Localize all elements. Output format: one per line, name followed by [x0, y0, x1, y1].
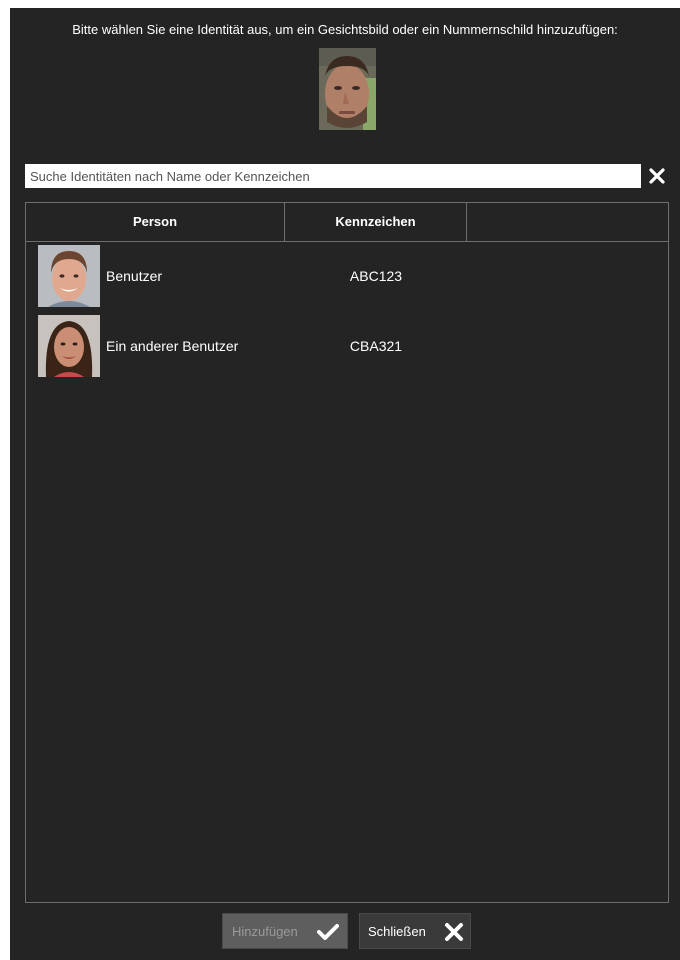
- identity-select-dialog: Bitte wählen Sie eine Identität aus, um …: [10, 8, 680, 960]
- selected-face-image: [319, 48, 376, 130]
- check-icon: [317, 924, 339, 940]
- identity-search-input[interactable]: [25, 164, 641, 188]
- row-plate: CBA321: [349, 338, 403, 354]
- clear-search-button[interactable]: [648, 167, 666, 185]
- close-button[interactable]: Schließen: [359, 913, 471, 949]
- face-photo: [319, 48, 376, 130]
- column-header-person[interactable]: Person: [26, 203, 285, 241]
- instruction-text: Bitte wählen Sie eine Identität aus, um …: [72, 22, 618, 37]
- row-plate: ABC123: [349, 268, 403, 284]
- close-button-label: Schließen: [368, 923, 426, 939]
- column-header-plate[interactable]: Kennzeichen: [285, 203, 467, 241]
- table-row[interactable]: Benutzer ABC123: [26, 242, 668, 310]
- add-button[interactable]: Hinzufügen: [222, 913, 348, 949]
- female-face-thumbnail: [38, 315, 100, 377]
- column-header-empty: [467, 203, 668, 241]
- table-row[interactable]: Ein anderer Benutzer CBA321: [26, 312, 668, 380]
- male-face-thumbnail: [38, 245, 100, 307]
- close-icon: [445, 923, 463, 941]
- row-name: Ein anderer Benutzer: [106, 338, 239, 354]
- row-name: Benutzer: [106, 268, 163, 284]
- avatar: [38, 315, 100, 377]
- close-icon: [649, 168, 665, 184]
- identity-table: Person Kennzeichen Benutzer ABC123 Ein a…: [25, 202, 669, 903]
- avatar: [38, 245, 100, 307]
- table-header: Person Kennzeichen: [26, 203, 668, 242]
- add-button-label: Hinzufügen: [232, 923, 298, 939]
